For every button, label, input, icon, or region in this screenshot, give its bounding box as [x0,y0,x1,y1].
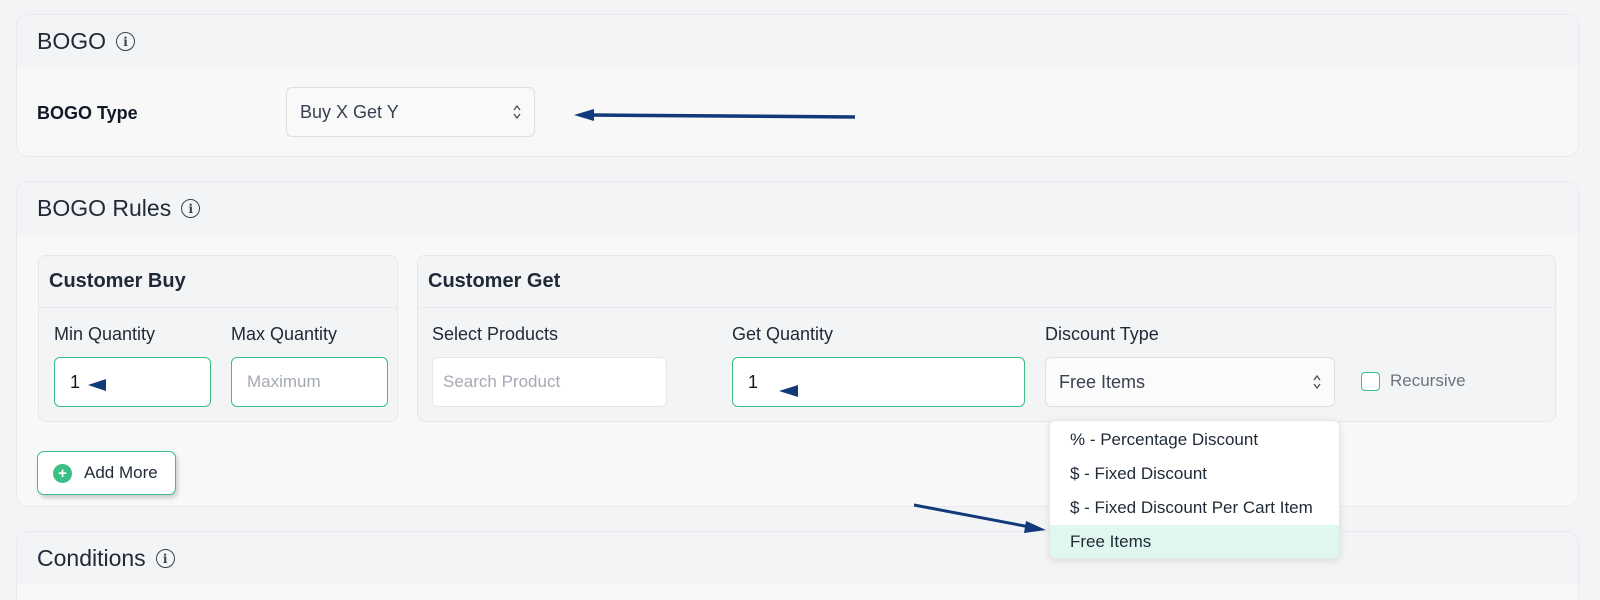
min-quantity-input[interactable]: 1 [54,357,211,407]
discount-type-select[interactable]: Free Items [1045,357,1335,407]
customer-get-title: Customer Get [418,256,1555,308]
search-product-placeholder: Search Product [443,372,561,391]
option-free-items[interactable]: Free Items [1050,525,1339,558]
updown-chevron-icon [1313,374,1321,390]
recursive-label: Recursive [1390,371,1466,390]
conditions-card: Conditions i [16,531,1579,600]
bogo-rules-title: BOGO Rules [37,195,172,221]
customer-buy-title: Customer Buy [39,256,397,308]
get-quantity-input[interactable]: 1 [732,357,1025,407]
bogo-card: BOGO i BOGO Type Buy X Get Y [16,14,1579,157]
get-quantity-value: 1 [748,371,759,392]
annotation-arrow [913,503,1046,533]
get-quantity-label: Get Quantity [732,324,834,344]
bogo-rules-header: BOGO Rules i [17,182,1578,235]
info-icon[interactable]: i [155,549,175,568]
discount-type-label: Discount Type [1045,324,1159,344]
max-quantity-input[interactable]: Maximum [231,357,388,407]
plus-circle-icon: + [53,463,72,483]
bogo-type-select[interactable]: Buy X Get Y [286,87,535,137]
bogo-type-value: Buy X Get Y [300,101,399,122]
recursive-checkbox[interactable] [1361,372,1380,391]
info-icon[interactable]: i [181,199,201,218]
customer-buy-panel: Customer Buy Min Quantity 1 Max Quantity… [38,255,398,422]
max-quantity-placeholder: Maximum [247,372,321,391]
option-fixed-discount[interactable]: $ - Fixed Discount [1050,457,1339,491]
bogo-type-label: BOGO Type [37,103,138,123]
option-percentage-discount[interactable]: % - Percentage Discount [1050,423,1339,457]
conditions-header: Conditions i [17,532,1578,585]
discount-type-value: Free Items [1059,371,1146,392]
add-more-button[interactable]: + Add More [37,451,176,495]
customer-get-panel: Customer Get Select Products Search Prod… [417,255,1556,422]
min-quantity-label: Min Quantity [54,324,156,344]
option-fixed-discount-per-cart-item[interactable]: $ - Fixed Discount Per Cart Item [1050,491,1339,525]
max-quantity-label: Max Quantity [231,324,338,344]
bogo-title: BOGO [37,28,107,54]
select-products-label: Select Products [432,324,559,344]
discount-type-dropdown: % - Percentage Discount $ - Fixed Discou… [1049,420,1340,559]
updown-chevron-icon [513,104,521,120]
add-more-label: Add More [84,463,158,482]
search-product-input[interactable]: Search Product [432,357,667,407]
min-quantity-value: 1 [70,371,81,392]
conditions-title: Conditions [37,545,146,571]
bogo-rules-card: BOGO Rules i Customer Buy Min Quantity 1… [16,181,1579,507]
bogo-card-header: BOGO i [17,15,1578,68]
info-icon[interactable]: i [116,32,136,51]
